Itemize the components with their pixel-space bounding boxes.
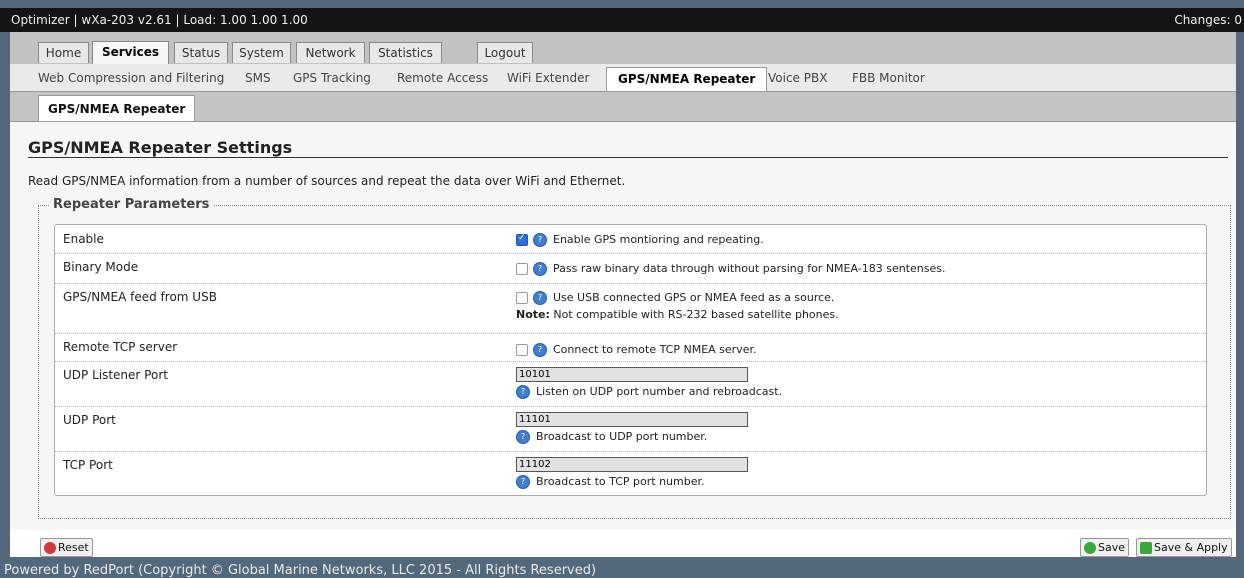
services-tab-bar: Web Compression and Filtering SMS GPS Tr… <box>10 64 1236 92</box>
tab-fbb-monitor[interactable]: FBB Monitor <box>852 71 925 85</box>
usb-feed-note: Note: Not compatible with RS-232 based s… <box>516 308 839 321</box>
usb-feed-checkbox[interactable] <box>516 292 528 304</box>
remote-tcp-label: Remote TCP server <box>63 340 178 354</box>
save-button[interactable]: Save <box>1080 538 1130 557</box>
tab-home[interactable]: Home <box>38 42 89 63</box>
title-bar: Optimizer | wXa-203 v2.61 | Load: 1.00 1… <box>0 8 1244 32</box>
help-icon[interactable]: ? <box>516 385 530 399</box>
tab-remote-access[interactable]: Remote Access <box>397 71 488 85</box>
tab-status[interactable]: Status <box>174 42 228 63</box>
udp-port-label: UDP Port <box>63 413 116 427</box>
help-icon[interactable]: ? <box>533 291 547 305</box>
tcp-port-input[interactable] <box>516 457 748 472</box>
tab-voice-pbx[interactable]: Voice PBX <box>768 71 827 85</box>
enable-description: Enable GPS montioring and repeating. <box>553 233 764 246</box>
tcp-port-description: Broadcast to TCP port number. <box>536 475 705 488</box>
tab-services[interactable]: Services <box>92 41 169 64</box>
remote-tcp-checkbox[interactable] <box>516 344 528 356</box>
udp-listener-port-input[interactable] <box>516 367 748 382</box>
row-udp-port: UDP Port ? Broadcast to UDP port number. <box>55 406 1206 452</box>
binary-mode-description: Pass raw binary data through without par… <box>553 262 946 275</box>
main-tab-bar: Home Services Status System Network Stat… <box>10 32 1236 64</box>
binary-mode-label: Binary Mode <box>63 260 139 274</box>
tab-gps-nmea-repeater[interactable]: GPS/NMEA Repeater <box>606 67 768 91</box>
reset-button[interactable]: Reset <box>40 538 93 557</box>
udp-port-description: Broadcast to UDP port number. <box>536 430 708 443</box>
help-icon[interactable]: ? <box>516 430 530 444</box>
window-title: Optimizer | wXa-203 v2.61 | Load: 1.00 1… <box>11 13 308 27</box>
parameters-table: Enable ? Enable GPS montioring and repeat… <box>54 224 1207 496</box>
section-legend: Repeater Parameters <box>49 197 214 212</box>
tab-gps-tracking[interactable]: GPS Tracking <box>293 71 371 85</box>
remote-tcp-description: Connect to remote TCP NMEA server. <box>553 343 757 356</box>
udp-port-input[interactable] <box>516 412 748 427</box>
tab-logout[interactable]: Logout <box>477 42 533 63</box>
udp-listener-port-description: Listen on UDP port number and rebroadcas… <box>536 385 783 398</box>
row-tcp-port: TCP Port ? Broadcast to TCP port number. <box>55 451 1206 495</box>
tab-web-compression[interactable]: Web Compression and Filtering <box>38 71 224 85</box>
row-udp-listener-port: UDP Listener Port ? Listen on UDP port nu… <box>55 361 1206 407</box>
tab-gps-nmea-repeater-page[interactable]: GPS/NMEA Repeater <box>38 95 196 121</box>
content-panel: GPS/NMEA Repeater Settings Read GPS/NMEA… <box>10 122 1236 530</box>
help-icon[interactable]: ? <box>533 343 547 357</box>
tab-wifi-extender[interactable]: WiFi Extender <box>507 71 589 85</box>
footer-copyright: Powered by RedPort (Copyright © Global M… <box>4 563 597 578</box>
title-divider <box>28 157 1228 158</box>
row-enable: Enable ? Enable GPS montioring and repeat… <box>55 225 1206 254</box>
usb-feed-description: Use USB connected GPS or NMEA feed as a … <box>553 291 835 304</box>
help-icon[interactable]: ? <box>516 475 530 489</box>
row-usb-feed: GPS/NMEA feed from USB ? Use USB connecte… <box>55 283 1206 334</box>
page-description: Read GPS/NMEA information from a number … <box>28 174 626 188</box>
usb-feed-label: GPS/NMEA feed from USB <box>63 290 217 304</box>
page-tab-bar: GPS/NMEA Repeater <box>10 92 1236 122</box>
row-binary-mode: Binary Mode ? Pass raw binary data throug… <box>55 253 1206 284</box>
reset-icon <box>44 542 56 554</box>
tcp-port-label: TCP Port <box>63 458 113 472</box>
tab-sms[interactable]: SMS <box>245 71 271 85</box>
row-remote-tcp: Remote TCP server ? Connect to remote TCP… <box>55 333 1206 362</box>
changes-counter: Changes: 0 <box>1174 13 1242 27</box>
save-apply-button[interactable]: Save & Apply <box>1136 538 1232 557</box>
enable-checkbox[interactable] <box>516 233 528 246</box>
save-icon <box>1084 542 1096 554</box>
page-title: GPS/NMEA Repeater Settings <box>28 138 293 157</box>
enable-label: Enable <box>63 232 104 246</box>
help-icon[interactable]: ? <box>533 262 547 276</box>
tab-system[interactable]: System <box>232 42 291 63</box>
save-apply-icon <box>1140 542 1152 554</box>
udp-listener-port-label: UDP Listener Port <box>63 368 168 382</box>
repeater-parameters-section: Repeater Parameters Enable ? Enable GPS m… <box>38 197 1231 519</box>
binary-mode-checkbox[interactable] <box>516 263 528 275</box>
help-icon[interactable]: ? <box>533 233 547 247</box>
tab-statistics[interactable]: Statistics <box>369 42 442 63</box>
tab-network[interactable]: Network <box>296 42 365 63</box>
main-frame: Home Services Status System Network Stat… <box>10 32 1236 557</box>
